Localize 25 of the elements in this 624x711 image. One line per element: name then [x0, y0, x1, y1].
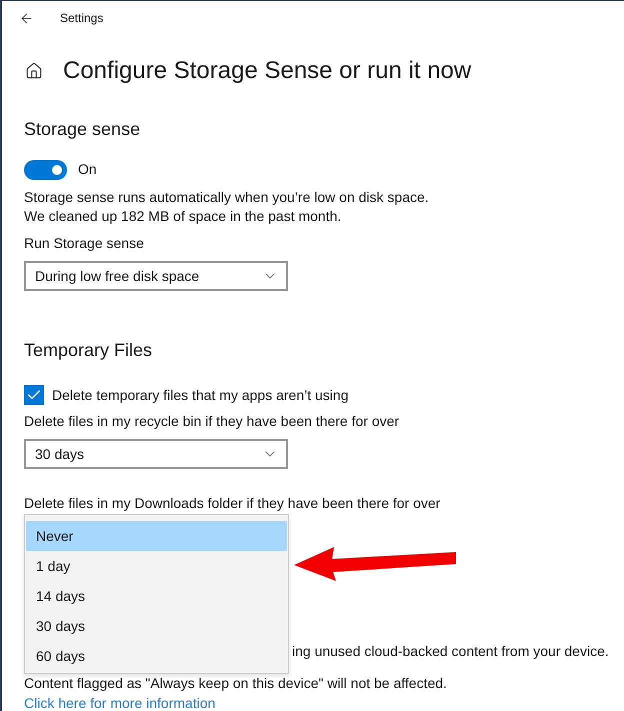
more-info-link[interactable]: Click here for more information: [24, 694, 216, 711]
window-title: Settings: [60, 10, 104, 27]
home-button[interactable]: [24, 61, 44, 81]
dropdown-option[interactable]: 14 days: [26, 581, 287, 611]
section-heading: Temporary Files: [24, 339, 154, 362]
toggle-switch[interactable]: [24, 160, 67, 180]
dropdown-option[interactable]: 60 days: [26, 641, 287, 671]
dropdown-option[interactable]: 30 days: [26, 611, 287, 641]
description-text: We cleaned up 182 MB of space in the past month.: [24, 207, 342, 226]
section-heading: Storage sense: [24, 118, 142, 141]
description-text: Content flagged as "Always keep on this device" will not be affected.: [24, 674, 448, 693]
description-text: Storage sense runs automatically when you’re low on disk space.: [24, 188, 430, 207]
field-label: Delete files in my Downloads folder if they have been there for over: [24, 494, 442, 513]
page-title: Configure Storage Sense or run it now: [63, 56, 472, 86]
dropdown-option[interactable]: Never: [26, 521, 287, 551]
checkbox[interactable]: [24, 385, 44, 405]
dropdown-option[interactable]: 1 day: [26, 551, 287, 581]
description-text: ing unused cloud-backed content from your device.: [292, 642, 609, 661]
field-label: Run Storage sense: [24, 234, 145, 253]
run-schedule-dropdown[interactable]: During low free disk space: [24, 261, 288, 291]
home-icon: [25, 62, 43, 80]
checkbox-label: Delete temporary files that my apps aren’t using: [52, 386, 348, 404]
toggle-label: On: [78, 160, 97, 179]
field-label: Delete files in my recycle bin if they have been there for over: [24, 412, 400, 431]
recycle-bin-dropdown[interactable]: 30 days: [24, 439, 288, 469]
